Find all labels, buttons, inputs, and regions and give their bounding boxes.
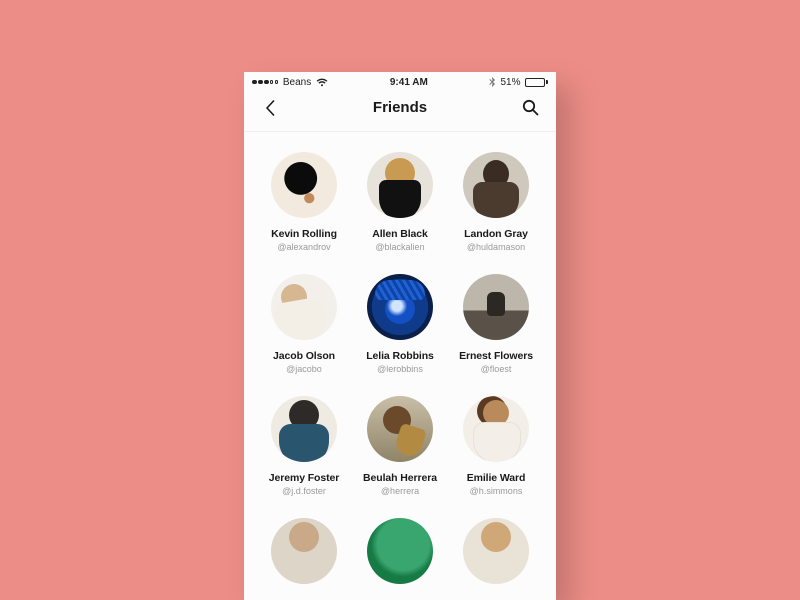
- signal-dots-icon: [252, 80, 278, 85]
- friend-card[interactable]: Lelia Robbins @lerobbins: [356, 274, 444, 374]
- friend-name: Landon Gray: [464, 228, 528, 240]
- avatar: [271, 274, 337, 340]
- friend-card[interactable]: Jeremy Foster @j.d.foster: [260, 396, 348, 496]
- friend-handle: @alexandrov: [277, 242, 330, 252]
- search-button[interactable]: [518, 96, 542, 120]
- avatar: [367, 518, 433, 584]
- friend-name: Jacob Olson: [273, 350, 335, 362]
- friend-handle: @j.d.foster: [282, 486, 326, 496]
- friend-handle: @lerobbins: [377, 364, 423, 374]
- friend-handle: @h.simmons: [470, 486, 523, 496]
- friend-name: Jeremy Foster: [269, 472, 340, 484]
- friend-card[interactable]: Beulah Herrera @herrera: [356, 396, 444, 496]
- friend-card[interactable]: [452, 518, 540, 584]
- friends-grid: Kevin Rolling @alexandrov Allen Black @b…: [244, 132, 556, 584]
- avatar: [463, 152, 529, 218]
- friend-name: Allen Black: [372, 228, 428, 240]
- chevron-left-icon: [265, 100, 275, 116]
- avatar: [271, 152, 337, 218]
- avatar: [463, 274, 529, 340]
- shirt-text: USA: [485, 434, 500, 441]
- friend-card[interactable]: [356, 518, 444, 584]
- friend-name: Ernest Flowers: [459, 350, 533, 362]
- battery-icon: [525, 78, 548, 87]
- avatar: [367, 274, 433, 340]
- friend-card[interactable]: Ernest Flowers @floest: [452, 274, 540, 374]
- friend-name: Beulah Herrera: [363, 472, 437, 484]
- friend-handle: @blackalien: [375, 242, 424, 252]
- header: Friends: [244, 90, 556, 132]
- friend-card[interactable]: Kevin Rolling @alexandrov: [260, 152, 348, 252]
- friend-name: Lelia Robbins: [366, 350, 434, 362]
- friend-name: Emilie Ward: [467, 472, 526, 484]
- friend-card[interactable]: Landon Gray @huldamason: [452, 152, 540, 252]
- wifi-icon: [316, 78, 328, 87]
- avatar: USA: [463, 396, 529, 462]
- avatar: [271, 396, 337, 462]
- avatar: [271, 518, 337, 584]
- friend-card[interactable]: [260, 518, 348, 584]
- friend-name: Kevin Rolling: [271, 228, 337, 240]
- friend-handle: @huldamason: [467, 242, 525, 252]
- friend-card[interactable]: USA Emilie Ward @h.simmons: [452, 396, 540, 496]
- avatar: [367, 396, 433, 462]
- battery-pct: 51%: [500, 77, 520, 88]
- avatar: [463, 518, 529, 584]
- status-bar: Beans 9:41 AM 51%: [244, 72, 556, 90]
- friend-card[interactable]: Jacob Olson @jacobo: [260, 274, 348, 374]
- friend-handle: @floest: [481, 364, 512, 374]
- carrier-label: Beans: [283, 77, 311, 88]
- page-title: Friends: [373, 99, 427, 116]
- search-icon: [522, 99, 539, 116]
- back-button[interactable]: [258, 96, 282, 120]
- avatar: [367, 152, 433, 218]
- app-screen: Beans 9:41 AM 51% Friends: [244, 72, 556, 600]
- clock: 9:41 AM: [390, 77, 428, 88]
- friend-handle: @herrera: [381, 486, 419, 496]
- friend-card[interactable]: Allen Black @blackalien: [356, 152, 444, 252]
- bluetooth-icon: [489, 77, 495, 87]
- friend-handle: @jacobo: [286, 364, 322, 374]
